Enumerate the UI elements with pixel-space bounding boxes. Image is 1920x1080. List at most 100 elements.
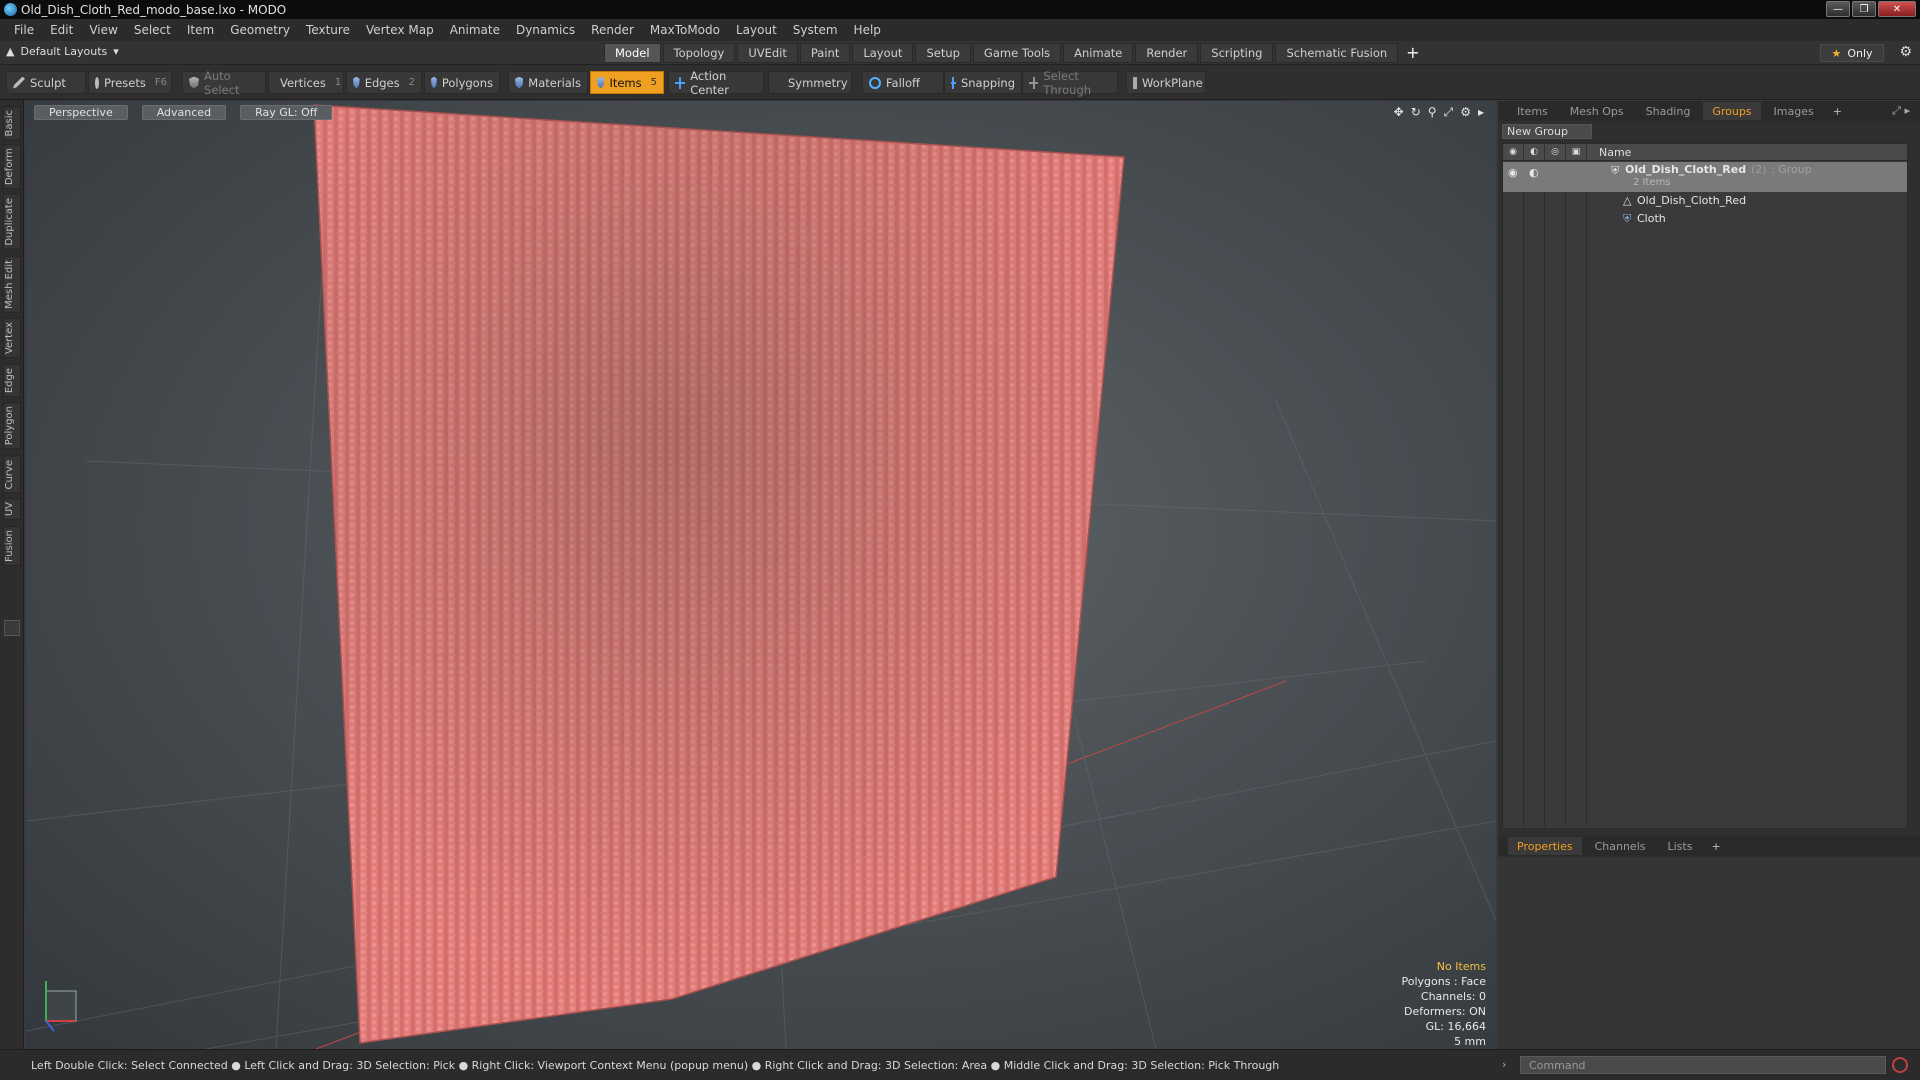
visibility-column-icon[interactable]: ◉ xyxy=(1503,143,1524,161)
lock-column-icon[interactable]: ◐ xyxy=(1524,143,1545,161)
menu-edit[interactable]: Edit xyxy=(42,23,81,37)
vtab-curve[interactable]: Curve xyxy=(3,456,21,494)
only-button[interactable]: ★ Only xyxy=(1820,44,1884,62)
menu-maxtomodo[interactable]: MaxToModo xyxy=(642,23,728,37)
raygl-button[interactable]: Ray GL: Off xyxy=(240,105,333,120)
group-row[interactable]: ◉ ◐ ⛨ Old_Dish_Cloth_Red (2) : Group 2 I… xyxy=(1503,162,1907,192)
sculpt-button[interactable]: Sculpt xyxy=(6,71,86,94)
menu-render[interactable]: Render xyxy=(583,23,642,37)
bottom-panel-tabs: Properties Channels Lists + xyxy=(1498,836,1920,856)
tab-render[interactable]: Render xyxy=(1135,43,1199,63)
tab-uvedit[interactable]: UVEdit xyxy=(737,43,798,63)
viewport-settings-icon[interactable]: ⚙ xyxy=(1460,105,1471,120)
menu-layout[interactable]: Layout xyxy=(728,23,785,37)
tab-items[interactable]: Items xyxy=(1508,102,1557,120)
menu-texture[interactable]: Texture xyxy=(298,23,358,37)
command-input[interactable]: Command xyxy=(1520,1056,1886,1074)
vtab-edge[interactable]: Edge xyxy=(3,364,21,398)
edges-button[interactable]: Edges 2 xyxy=(346,71,422,94)
layout-selector[interactable]: ▲ Default Layouts ▾ xyxy=(6,45,119,58)
items-button[interactable]: Items 5 xyxy=(590,71,664,94)
symmetry-button[interactable]: Symmetry xyxy=(768,71,852,94)
tab-lists[interactable]: Lists xyxy=(1659,837,1702,855)
move-view-icon[interactable]: ✥ xyxy=(1394,105,1404,120)
tab-properties[interactable]: Properties xyxy=(1508,837,1582,855)
vtab-basic[interactable]: Basic xyxy=(3,106,21,141)
tab-schematic-fusion[interactable]: Schematic Fusion xyxy=(1275,43,1399,63)
add-panel-tab-icon[interactable]: + xyxy=(1827,105,1848,118)
menu-animate[interactable]: Animate xyxy=(442,23,508,37)
minimize-button[interactable]: — xyxy=(1826,1,1850,17)
tab-groups[interactable]: Groups xyxy=(1703,102,1761,120)
vtab-polygon[interactable]: Polygon xyxy=(3,402,21,450)
falloff-button[interactable]: Falloff xyxy=(862,71,944,94)
vtab-uv[interactable]: UV xyxy=(3,498,21,521)
render-column-icon[interactable]: ◎ xyxy=(1545,143,1566,161)
menu-system[interactable]: System xyxy=(785,23,846,37)
menu-item[interactable]: Item xyxy=(179,23,222,37)
cloth-mesh[interactable] xyxy=(313,104,1125,1044)
vtab-fusion[interactable]: Fusion xyxy=(3,526,21,566)
vtab-deform[interactable]: Deform xyxy=(3,144,21,190)
restore-button[interactable]: ❐ xyxy=(1852,1,1876,17)
tab-paint[interactable]: Paint xyxy=(799,43,851,63)
snapping-button[interactable]: Snapping xyxy=(944,71,1022,94)
menu-select[interactable]: Select xyxy=(126,23,179,37)
select-column-icon[interactable]: ▣ xyxy=(1566,143,1587,161)
tab-layout[interactable]: Layout xyxy=(852,43,914,63)
tab-shading[interactable]: Shading xyxy=(1637,102,1700,120)
tab-scripting[interactable]: Scripting xyxy=(1200,43,1274,63)
vertices-label: Vertices xyxy=(280,75,326,90)
vtab-mesh-edit[interactable]: Mesh Edit xyxy=(3,256,21,313)
info-unit: 5 mm xyxy=(1454,1035,1486,1048)
edges-label: Edges xyxy=(364,75,400,90)
new-group-button[interactable]: New Group xyxy=(1502,124,1592,139)
auto-select-button[interactable]: Auto Select xyxy=(182,69,266,97)
zoom-view-icon[interactable]: ⚲ xyxy=(1428,105,1437,120)
command-history-button[interactable] xyxy=(1892,1057,1908,1073)
tab-game-tools[interactable]: Game Tools xyxy=(972,43,1062,63)
shading-mode-button[interactable]: Advanced xyxy=(141,105,227,120)
action-center-button[interactable]: Action Center xyxy=(668,69,764,97)
expand-panel-icon[interactable]: ⤢ ▸ xyxy=(1892,104,1910,118)
select-through-button[interactable]: Select Through xyxy=(1022,69,1118,97)
tab-topology[interactable]: Topology xyxy=(662,43,736,63)
3d-viewport[interactable]: Perspective Advanced Ray GL: Off ✥ ↻ ⚲ ⤢… xyxy=(26,101,1496,1049)
vtab-vertex[interactable]: Vertex xyxy=(3,318,21,359)
viewport-arrow-icon[interactable]: ▸ xyxy=(1478,105,1484,120)
menu-geometry[interactable]: Geometry xyxy=(222,23,298,37)
rotate-view-icon[interactable]: ↻ xyxy=(1411,105,1421,120)
panel-toggle-button[interactable] xyxy=(4,620,20,636)
presets-button[interactable]: Presets F6 xyxy=(88,71,172,94)
close-button[interactable]: ✕ xyxy=(1878,1,1916,17)
eye-icon[interactable]: ◉ xyxy=(1508,166,1518,179)
workplane-button[interactable]: WorkPlane xyxy=(1126,71,1206,94)
tab-setup[interactable]: Setup xyxy=(915,43,971,63)
polygons-button[interactable]: Polygons xyxy=(424,71,500,94)
tree-item-mesh[interactable]: △ Old_Dish_Cloth_Red xyxy=(1503,192,1907,209)
menu-dynamics[interactable]: Dynamics xyxy=(508,23,583,37)
menu-vertex-map[interactable]: Vertex Map xyxy=(358,23,442,37)
menu-view[interactable]: View xyxy=(81,23,125,37)
menu-help[interactable]: Help xyxy=(846,23,889,37)
add-bottom-tab-icon[interactable]: + xyxy=(1705,840,1726,853)
tab-channels[interactable]: Channels xyxy=(1586,837,1655,855)
tab-model[interactable]: Model xyxy=(604,43,661,63)
fit-view-icon[interactable]: ⤢ xyxy=(1444,105,1454,120)
tree-column-grid xyxy=(1503,161,1587,827)
tree-item-cloth[interactable]: ⛨ Cloth xyxy=(1503,210,1907,227)
tab-animate[interactable]: Animate xyxy=(1063,43,1134,63)
title-bar: Old_Dish_Cloth_Red_modo_base.lxo - MODO … xyxy=(0,0,1920,19)
gear-icon[interactable]: ⚙ xyxy=(1899,44,1912,60)
vertices-button[interactable]: Vertices 1 xyxy=(268,71,344,94)
add-tab-icon[interactable]: + xyxy=(1406,43,1419,63)
lock-icon[interactable]: ◐ xyxy=(1529,166,1539,179)
menu-file[interactable]: File xyxy=(6,23,42,37)
window-controls: — ❐ ✕ xyxy=(1826,1,1916,17)
layout-handle-icon: ▲ xyxy=(6,45,15,58)
view-mode-button[interactable]: Perspective xyxy=(34,105,128,120)
materials-button[interactable]: Materials xyxy=(508,71,588,94)
vtab-duplicate[interactable]: Duplicate xyxy=(3,194,21,250)
tab-mesh-ops[interactable]: Mesh Ops xyxy=(1561,102,1633,120)
tab-images[interactable]: Images xyxy=(1765,102,1823,120)
